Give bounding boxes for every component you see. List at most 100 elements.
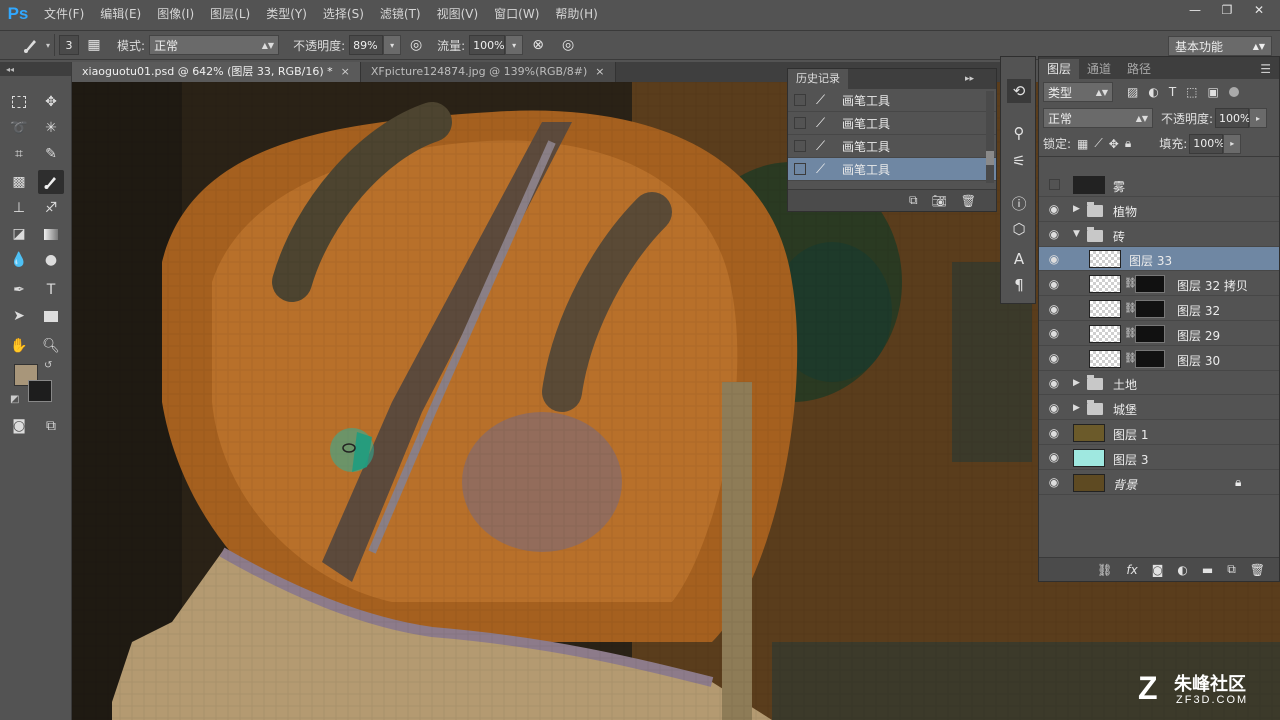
- minimize-button[interactable]: —: [1180, 0, 1210, 20]
- history-tab[interactable]: 历史记录: [788, 69, 848, 89]
- filter-type-icon[interactable]: T: [1169, 85, 1176, 99]
- new-layer-icon[interactable]: ⧉: [1227, 562, 1236, 577]
- group-collapsed-icon[interactable]: ▶: [1073, 204, 1080, 214]
- layer-mask-thumbnail[interactable]: [1135, 349, 1165, 368]
- airbrush-icon[interactable]: ⊗: [527, 34, 549, 56]
- layer-row[interactable]: ◉ ▼ 砖: [1039, 223, 1279, 247]
- filter-smart-object-icon[interactable]: ▣: [1208, 85, 1219, 99]
- stamp-tool-icon[interactable]: ⊥: [6, 196, 32, 220]
- layer-row[interactable]: ◉ ⛓ 图层 32: [1039, 297, 1279, 321]
- group-collapsed-icon[interactable]: ▶: [1073, 378, 1080, 388]
- new-snapshot-icon[interactable]: 📷︎: [932, 194, 947, 208]
- screen-mode-icon[interactable]: ⧉: [38, 414, 64, 438]
- eye-icon[interactable]: ◉: [1047, 297, 1061, 321]
- tab-xfpicture[interactable]: XFpicture124874.jpg @ 139%(RGB/8#) ×: [360, 62, 616, 82]
- blur-tool-icon[interactable]: 💧: [6, 248, 32, 272]
- link-layers-icon[interactable]: ⛓︎: [1097, 563, 1112, 577]
- brush-preset-icon[interactable]: [20, 34, 42, 56]
- hand-tool-icon[interactable]: ✋: [6, 334, 32, 358]
- history-snapshot-checkbox[interactable]: [794, 94, 806, 106]
- dodge-tool-icon[interactable]: ●: [38, 248, 64, 272]
- filter-shape-icon[interactable]: ⬚: [1186, 85, 1197, 99]
- mode-select[interactable]: 正常 ▲▼: [149, 35, 280, 55]
- delete-icon[interactable]: 🗑︎: [961, 194, 976, 208]
- menu-layer[interactable]: 图层(L): [202, 0, 258, 28]
- menu-view[interactable]: 视图(V): [429, 0, 487, 28]
- swap-colors-icon[interactable]: ↺: [44, 360, 52, 371]
- default-colors-icon[interactable]: ◩: [10, 394, 19, 405]
- tab-close-icon[interactable]: ×: [595, 65, 604, 78]
- eye-icon[interactable]: ◉: [1047, 197, 1061, 221]
- brush-preset-arrow-icon[interactable]: ▾: [46, 41, 50, 50]
- info-icon[interactable]: ⓘ: [1007, 191, 1031, 215]
- zoom-tool-icon[interactable]: 🔍︎: [38, 334, 64, 358]
- group-expanded-icon[interactable]: ▼: [1073, 229, 1080, 239]
- tab-paths[interactable]: 路径: [1119, 59, 1159, 79]
- flow-value[interactable]: 100%: [469, 35, 506, 55]
- filter-adjustment-icon[interactable]: ◐: [1148, 85, 1158, 99]
- fill-dropdown-icon[interactable]: ▸: [1223, 133, 1242, 154]
- pen-tool-icon[interactable]: ✒: [6, 278, 32, 302]
- layer-row[interactable]: ◉ 图层 33: [1039, 247, 1279, 272]
- layer-row[interactable]: 雾: [1039, 173, 1279, 197]
- eye-icon[interactable]: ◉: [1047, 272, 1061, 296]
- lock-pixels-icon[interactable]: ⟋: [1094, 136, 1102, 151]
- brush-presets-icon[interactable]: ⚲: [1007, 121, 1031, 145]
- menu-window[interactable]: 窗口(W): [486, 0, 547, 28]
- close-button[interactable]: ✕: [1244, 0, 1274, 20]
- move-tool-icon[interactable]: ✥: [38, 90, 64, 114]
- layer-row[interactable]: ◉ 图层 3: [1039, 446, 1279, 470]
- layer-row[interactable]: ◉ 背景 🔒︎: [1039, 471, 1279, 495]
- lock-position-icon[interactable]: ✥: [1109, 137, 1119, 151]
- brush-tool-icon[interactable]: [38, 170, 64, 194]
- eye-icon[interactable]: ◉: [1047, 371, 1061, 395]
- menu-help[interactable]: 帮助(H): [547, 0, 605, 28]
- lasso-tool-icon[interactable]: ➰: [6, 116, 32, 140]
- filter-toggle-icon[interactable]: [1228, 87, 1239, 97]
- restore-button[interactable]: ❐: [1212, 0, 1242, 20]
- eye-icon[interactable]: ◉: [1047, 470, 1061, 494]
- workspace-select[interactable]: 基本功能 ▲▼: [1168, 36, 1272, 56]
- history-scrollbar[interactable]: [986, 91, 994, 183]
- tab-layers[interactable]: 图层: [1039, 59, 1080, 79]
- menu-select[interactable]: 选择(S): [315, 0, 372, 28]
- layer-mask-thumbnail[interactable]: [1135, 300, 1165, 318]
- new-group-icon[interactable]: ▬: [1202, 563, 1213, 577]
- lock-all-icon[interactable]: 🔒︎: [1125, 136, 1131, 151]
- layer-mask-thumbnail[interactable]: [1135, 275, 1165, 294]
- mask-link-icon[interactable]: ⛓: [1124, 303, 1137, 314]
- layer-row[interactable]: ◉ ▶ 土地: [1039, 371, 1279, 396]
- layer-style-icon[interactable]: fx: [1126, 563, 1137, 577]
- eye-icon[interactable]: ◉: [1047, 396, 1061, 420]
- history-panel-icon[interactable]: ⟲: [1007, 79, 1031, 103]
- menu-filter[interactable]: 滤镜(T): [372, 0, 429, 28]
- new-document-from-state-icon[interactable]: ⧉: [909, 193, 918, 208]
- layer-row[interactable]: ◉ 图层 1: [1039, 421, 1279, 445]
- layer-row[interactable]: ◉ ⛓ 图层 29: [1039, 322, 1279, 346]
- fill-value[interactable]: 100%: [1189, 133, 1225, 154]
- flow-dropdown-icon[interactable]: ▾: [505, 35, 524, 55]
- mask-link-icon[interactable]: ⛓: [1124, 328, 1137, 339]
- history-snapshot-checkbox[interactable]: [794, 140, 806, 152]
- opacity-value[interactable]: 89%: [349, 35, 384, 55]
- filter-pixel-icon[interactable]: ▨: [1127, 85, 1138, 99]
- path-selection-tool-icon[interactable]: ➤: [6, 304, 32, 328]
- group-collapsed-icon[interactable]: ▶: [1073, 403, 1080, 413]
- adjustments-icon[interactable]: ⚟: [1007, 149, 1031, 173]
- gradient-tool-icon[interactable]: [38, 222, 64, 246]
- menu-file[interactable]: 文件(F): [36, 0, 92, 28]
- history-brush-tool-icon[interactable]: ♐: [38, 196, 64, 220]
- opacity-dropdown-icon[interactable]: ▾: [383, 35, 402, 55]
- magic-wand-tool-icon[interactable]: ✳: [38, 116, 64, 140]
- history-snapshot-checkbox[interactable]: [794, 117, 806, 129]
- history-item[interactable]: ⟋ 画笔工具: [788, 89, 996, 112]
- tab-xiaoguotu01[interactable]: xiaoguotu01.psd @ 642% (图层 33, RGB/16) *…: [72, 62, 361, 82]
- rectangle-tool-icon[interactable]: [38, 304, 64, 328]
- eye-icon[interactable]: ◉: [1047, 321, 1061, 345]
- menu-image[interactable]: 图像(I): [149, 0, 202, 28]
- layer-row[interactable]: ◉ ▶ 城堡: [1039, 396, 1279, 421]
- mask-link-icon[interactable]: ⛓: [1124, 278, 1137, 289]
- panel-collapse-icon[interactable]: ◂◂: [0, 62, 71, 76]
- background-color-swatch[interactable]: [28, 380, 52, 402]
- eye-icon[interactable]: ◉: [1047, 445, 1061, 469]
